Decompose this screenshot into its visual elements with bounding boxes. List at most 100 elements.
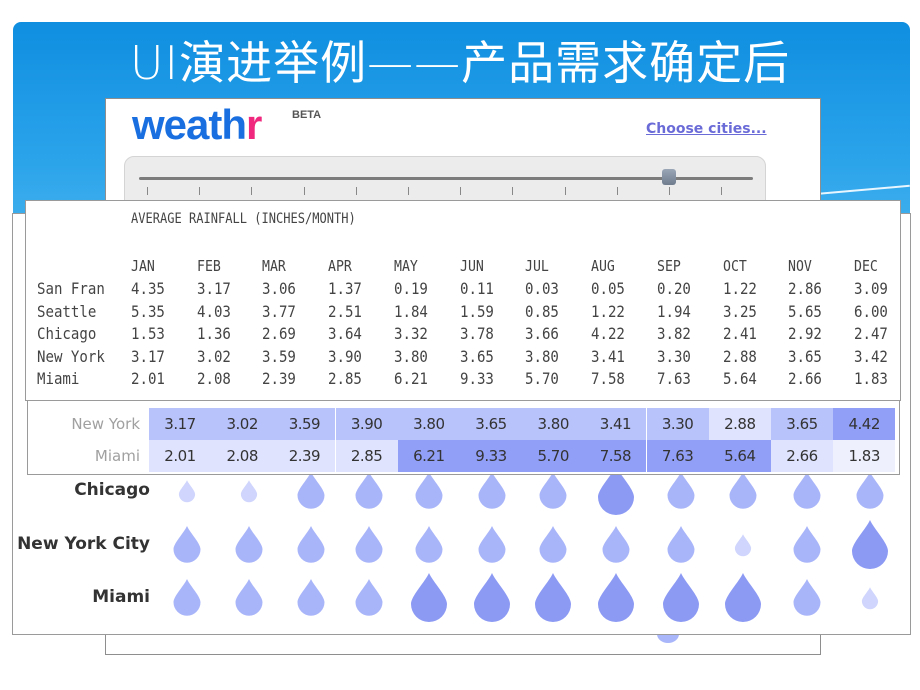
rainfall-value: 3.17 <box>131 346 165 366</box>
month-header: SEP <box>657 257 681 275</box>
city-label: New York <box>37 346 105 366</box>
heat-cell: 3.90 <box>335 408 398 440</box>
heat-cell: 4.42 <box>833 408 896 440</box>
heat-cell: 7.58 <box>584 440 647 472</box>
raindrop-icon <box>852 519 888 569</box>
slider-track[interactable] <box>139 177 753 180</box>
rainfall-value: 1.36 <box>197 324 231 343</box>
drop-row-city-label: Miami <box>92 587 150 607</box>
rainfall-value: 2.69 <box>262 324 296 343</box>
rainfall-value: 3.25 <box>723 301 757 321</box>
month-header: NOV <box>788 257 812 275</box>
heat-cell: 3.65 <box>771 408 833 440</box>
raindrop-icon <box>667 472 695 509</box>
raindrop-icon <box>415 526 443 563</box>
rainfall-value: 3.80 <box>394 346 428 366</box>
rainfall-value: 0.19 <box>394 279 428 298</box>
raindrop-icon <box>178 479 196 503</box>
rainfall-value: 2.66 <box>788 369 822 388</box>
slider-tick <box>355 187 357 195</box>
raindrop-icon <box>535 572 571 622</box>
rainfall-value: 3.41 <box>591 346 625 366</box>
rainfall-value: 3.42 <box>854 346 888 366</box>
heat-cell: 3.30 <box>646 408 709 440</box>
rainfall-value: 2.88 <box>723 346 757 366</box>
slider-tick <box>147 187 148 195</box>
rainfall-value: 3.59 <box>262 346 296 366</box>
beta-badge: BETA <box>292 109 322 121</box>
rainfall-value: 1.37 <box>328 279 362 298</box>
raindrop-icon <box>734 533 752 557</box>
month-header: JUL <box>525 257 549 275</box>
rainfall-value: 3.30 <box>657 346 691 366</box>
rainfall-value: 0.05 <box>591 279 625 298</box>
rainfall-value: 3.64 <box>328 324 362 343</box>
rainfall-value: 2.08 <box>197 369 231 388</box>
logo-main-text: weath <box>132 101 247 148</box>
raindrop-icon <box>297 526 325 563</box>
rainfall-heat-table: New York 3.17 3.02 3.59 3.90 3.80 3.65 3.80 3.41… <box>27 400 900 475</box>
slide-title: UI演进举例——产品需求确定后 <box>129 36 791 90</box>
slider-tick <box>460 187 462 195</box>
rainfall-value: 3.90 <box>328 346 362 366</box>
heat-cell: 2.85 <box>335 440 398 472</box>
heat-cell: 2.66 <box>771 440 833 472</box>
heat-cell: 5.64 <box>708 440 771 472</box>
heat-cell: 6.21 <box>397 440 460 472</box>
raindrop-icon <box>793 526 821 563</box>
raindrop-icon <box>355 472 383 509</box>
rainfall-value: 1.22 <box>591 301 625 321</box>
rainfall-value: 5.35 <box>131 301 165 321</box>
raindrop-icon <box>729 472 757 509</box>
raw-table-row: Miami 2.01 2.08 2.39 2.85 6.21 9.33 5.70 7.58 7.6… <box>26 369 900 391</box>
rainfall-value: 1.83 <box>854 369 888 388</box>
rainfall-value: 2.86 <box>788 279 822 298</box>
month-header: MAY <box>394 257 418 275</box>
raindrop-icon <box>602 526 630 563</box>
rainfall-value: 1.94 <box>657 301 691 321</box>
heat-cell: 3.02 <box>211 408 274 440</box>
rainfall-value: 3.65 <box>460 346 494 366</box>
raw-table-title: AVERAGE RAINFALL (INCHES/MONTH) <box>131 211 356 227</box>
rainfall-value: 7.58 <box>591 369 625 388</box>
rainfall-value: 3.82 <box>657 324 691 343</box>
city-label: Miami <box>37 369 80 388</box>
month-header: AUG <box>591 257 615 275</box>
raindrop-icon <box>667 526 695 563</box>
choose-cities-link[interactable]: Choose cities... <box>646 121 767 137</box>
raindrop-icon <box>539 526 567 563</box>
raindrop-icon <box>663 572 699 622</box>
raindrop-icon <box>297 472 325 509</box>
rainfall-value: 2.01 <box>131 369 165 388</box>
raindrop-icon <box>173 526 201 563</box>
rainfall-value: 3.02 <box>197 346 231 366</box>
raindrop-icon <box>861 586 879 610</box>
rainfall-value: 1.53 <box>131 324 165 343</box>
month-header: MAR <box>262 257 286 275</box>
rainfall-value: 3.80 <box>525 346 559 366</box>
rainfall-value: 2.85 <box>328 369 362 388</box>
weathr-logo: weathr <box>132 101 262 149</box>
rainfall-value: 5.65 <box>788 301 822 321</box>
rainfall-value: 2.41 <box>723 324 757 343</box>
heat-cell: 3.80 <box>522 408 585 440</box>
slider-thumb[interactable] <box>662 169 676 185</box>
heat-table-row: New York 3.17 3.02 3.59 3.90 3.80 3.65 3.80 3.41… <box>28 408 899 440</box>
rainfall-value: 4.03 <box>197 301 231 321</box>
heat-cell: 2.08 <box>211 440 274 472</box>
rainfall-value: 6.21 <box>394 369 428 388</box>
rainfall-value: 7.63 <box>657 369 691 388</box>
month-header: APR <box>328 257 352 275</box>
heat-city-label: Miami <box>94 447 140 465</box>
rainfall-value: 3.06 <box>262 279 296 298</box>
raindrop-icon <box>297 579 325 616</box>
slider-tick <box>669 187 670 195</box>
city-label: Chicago <box>37 324 97 343</box>
heat-cell: 2.88 <box>708 408 771 440</box>
drop-row-city-label: Chicago <box>74 480 150 500</box>
rainfall-value: 2.47 <box>854 324 888 343</box>
raindrop-icon <box>355 579 383 616</box>
raindrop-icon <box>235 526 263 563</box>
heat-cell: 3.41 <box>584 408 647 440</box>
rainfall-value: 2.39 <box>262 369 296 388</box>
